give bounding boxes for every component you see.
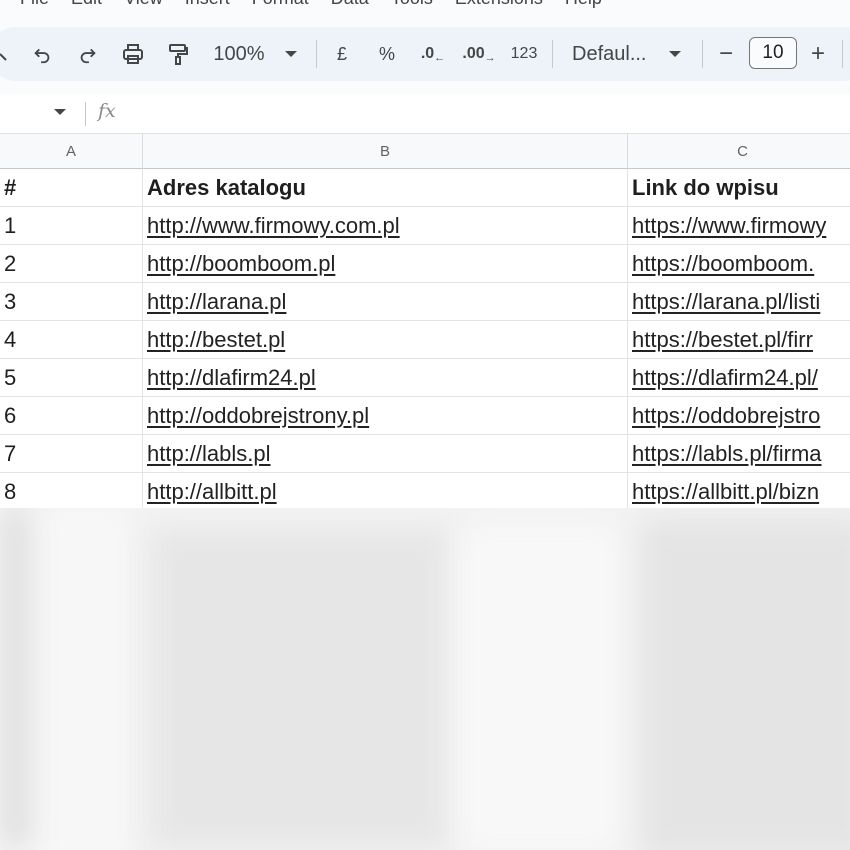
font-select[interactable]: Defaul... bbox=[572, 27, 654, 81]
table-row: 2 http://boomboom.pl https://boomboom. bbox=[0, 245, 850, 283]
menu-format[interactable]: Format bbox=[252, 0, 309, 9]
link-cell[interactable]: http://oddobrejstrony.pl bbox=[143, 397, 628, 435]
menu-help[interactable]: Help bbox=[565, 0, 602, 9]
link-cell[interactable]: https://boomboom. bbox=[628, 245, 850, 283]
link-cell[interactable]: https://larana.pl/listi bbox=[628, 283, 850, 321]
increase-decimal-button[interactable]: .00 → bbox=[462, 27, 496, 81]
header-row: # Adres katalogu Link do wpisu bbox=[0, 169, 850, 207]
currency-format-button[interactable]: £ bbox=[330, 27, 354, 81]
toolbar-separator bbox=[842, 40, 843, 68]
decrease-decimal-button[interactable]: .0 ← bbox=[418, 27, 448, 81]
toolbar-separator bbox=[702, 40, 703, 68]
blurred-region bbox=[0, 508, 850, 850]
menu-tools[interactable]: Tools bbox=[391, 0, 433, 9]
toolbar-separator bbox=[552, 40, 553, 68]
blur-shape bbox=[0, 508, 30, 848]
print-icon[interactable] bbox=[118, 27, 148, 81]
table-row: 3 http://larana.pl https://larana.pl/lis… bbox=[0, 283, 850, 321]
decrease-decimal-label: .0 bbox=[420, 45, 435, 62]
formula-bar-separator bbox=[85, 102, 86, 126]
undo-icon[interactable] bbox=[28, 27, 56, 81]
toolbar-separator bbox=[316, 40, 317, 68]
cell[interactable]: Adres katalogu bbox=[143, 169, 628, 207]
table-row: 1 http://www.firmowy.com.pl https://www.… bbox=[0, 207, 850, 245]
zoom-dropdown-icon[interactable] bbox=[282, 27, 300, 81]
cell[interactable]: 2 bbox=[0, 245, 143, 283]
percent-format-button[interactable]: % bbox=[374, 27, 400, 81]
menu-insert[interactable]: Insert bbox=[185, 0, 230, 9]
blur-shape bbox=[150, 528, 450, 848]
menu-bar: File Edit View Insert Format Data Tools … bbox=[0, 0, 850, 14]
blur-shape bbox=[460, 528, 620, 848]
table-row: 8 http://allbitt.pl https://allbitt.pl/b… bbox=[0, 473, 850, 511]
zoom-select[interactable]: 100% bbox=[208, 27, 270, 81]
cell[interactable]: 4 bbox=[0, 321, 143, 359]
table-row: 5 http://dlafirm24.pl https://dlafirm24.… bbox=[0, 359, 850, 397]
paint-format-icon[interactable] bbox=[163, 27, 193, 81]
arrow-left-icon: ← bbox=[434, 52, 446, 64]
column-header-b[interactable]: B bbox=[143, 134, 628, 169]
menu-edit[interactable]: Edit bbox=[71, 0, 102, 9]
cell[interactable]: 1 bbox=[0, 207, 143, 245]
link-cell[interactable]: http://labls.pl bbox=[143, 435, 628, 473]
cell[interactable]: 3 bbox=[0, 283, 143, 321]
cell[interactable]: # bbox=[0, 169, 143, 207]
font-dropdown-icon[interactable] bbox=[666, 27, 684, 81]
search-icon[interactable] bbox=[0, 27, 8, 81]
formula-bar: fx bbox=[0, 94, 850, 134]
table-row: 6 http://oddobrejstrony.pl https://oddob… bbox=[0, 397, 850, 435]
link-cell[interactable]: https://oddobrejstro bbox=[628, 397, 850, 435]
blur-shape bbox=[640, 518, 850, 850]
menu-data[interactable]: Data bbox=[331, 0, 369, 9]
link-cell[interactable]: http://dlafirm24.pl bbox=[143, 359, 628, 397]
cell[interactable]: 7 bbox=[0, 435, 143, 473]
menu-extensions[interactable]: Extensions bbox=[455, 0, 543, 9]
decrease-font-size-button[interactable]: − bbox=[714, 27, 738, 81]
font-size-input[interactable]: 10 bbox=[749, 37, 797, 69]
number-format-button[interactable]: 123 bbox=[508, 27, 540, 81]
cell[interactable]: Link do wpisu bbox=[628, 169, 850, 207]
table-row: 4 http://bestet.pl https://bestet.pl/fir… bbox=[0, 321, 850, 359]
name-box-dropdown-icon[interactable] bbox=[54, 109, 66, 115]
menu-view[interactable]: View bbox=[124, 0, 163, 9]
link-cell[interactable]: https://www.firmowy bbox=[628, 207, 850, 245]
link-cell[interactable]: http://boomboom.pl bbox=[143, 245, 628, 283]
link-cell[interactable]: https://allbitt.pl/bizn bbox=[628, 473, 850, 511]
link-cell[interactable]: http://allbitt.pl bbox=[143, 473, 628, 511]
link-cell[interactable]: http://www.firmowy.com.pl bbox=[143, 207, 628, 245]
fx-icon: fx bbox=[98, 100, 116, 122]
increase-font-size-button[interactable]: + bbox=[806, 27, 830, 81]
menu-file[interactable]: File bbox=[20, 0, 49, 9]
column-header-c[interactable]: C bbox=[628, 134, 850, 169]
column-header-a[interactable]: A bbox=[0, 134, 143, 169]
link-cell[interactable]: http://bestet.pl bbox=[143, 321, 628, 359]
cell[interactable]: 5 bbox=[0, 359, 143, 397]
redo-icon[interactable] bbox=[74, 27, 102, 81]
table-row: 7 http://labls.pl https://labls.pl/firma bbox=[0, 435, 850, 473]
cell[interactable]: 6 bbox=[0, 397, 143, 435]
link-cell[interactable]: http://larana.pl bbox=[143, 283, 628, 321]
increase-decimal-label: .00 bbox=[462, 45, 485, 62]
link-cell[interactable]: https://labls.pl/firma bbox=[628, 435, 850, 473]
cell[interactable]: 8 bbox=[0, 473, 143, 511]
link-cell[interactable]: https://dlafirm24.pl/ bbox=[628, 359, 850, 397]
link-cell[interactable]: https://bestet.pl/firr bbox=[628, 321, 850, 359]
arrow-right-icon: → bbox=[484, 52, 496, 64]
